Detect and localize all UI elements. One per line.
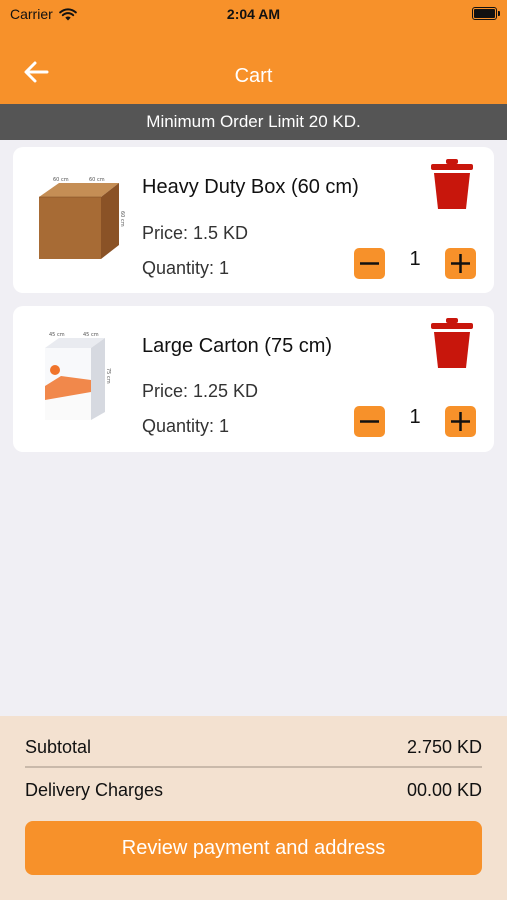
decrease-quantity-button[interactable]	[354, 406, 385, 437]
delivery-charges-value: 00.00 KD	[406, 780, 482, 800]
quantity-value: 1	[409, 248, 421, 270]
quantity-value: 1	[409, 406, 421, 428]
dimension-label: 60 cm	[89, 177, 105, 183]
minus-icon	[360, 420, 379, 423]
divider	[25, 766, 482, 768]
plus-icon	[451, 254, 470, 273]
plus-icon	[451, 412, 470, 431]
review-payment-button[interactable]: Review payment and address	[25, 821, 482, 875]
dimension-label: 60 cm	[53, 177, 69, 183]
order-summary: Subtotal 2.750 KD Delivery Charges 00.00…	[0, 716, 507, 900]
dimension-label: 60 cm	[119, 211, 125, 227]
status-bar: Carrier 2:04 AM	[0, 0, 507, 30]
minimum-order-banner: Minimum Order Limit 20 KD.	[0, 104, 507, 140]
battery-icon	[472, 7, 500, 20]
subtotal-value: 2.750 KD	[406, 737, 482, 757]
cart-item: 60 cm 60 cm 60 cm Heavy Duty Box (60 cm)…	[13, 147, 494, 293]
trash-icon[interactable]	[429, 317, 475, 369]
dimension-label: 75 cm	[105, 368, 111, 384]
minus-icon	[360, 262, 379, 265]
brown-box-image: 60 cm 60 cm 60 cm	[39, 177, 125, 259]
item-name: Heavy Duty Box (60 cm)	[142, 176, 359, 198]
increase-quantity-button[interactable]	[445, 406, 476, 437]
status-time: 2:04 AM	[226, 6, 281, 22]
item-price: Price: 1.5 KD	[142, 223, 249, 243]
item-name: Large Carton (75 cm)	[142, 335, 333, 357]
page-title: Cart	[234, 65, 273, 87]
item-price: Price: 1.25 KD	[142, 381, 259, 401]
carton-box-image: 45 cm 45 cm 75 cm	[45, 332, 111, 420]
subtotal-label: Subtotal	[25, 737, 92, 757]
dimension-label: 45 cm	[49, 332, 65, 338]
decrease-quantity-button[interactable]	[354, 248, 385, 279]
delivery-charges-label: Delivery Charges	[25, 780, 164, 800]
cart-item: 45 cm 45 cm 75 cm Large Carton (75 cm) P…	[13, 306, 494, 452]
trash-icon[interactable]	[429, 158, 475, 210]
navigation-bar: Cart	[0, 30, 507, 104]
dimension-label: 45 cm	[83, 332, 99, 338]
item-quantity: Quantity: 1	[142, 258, 230, 278]
increase-quantity-button[interactable]	[445, 248, 476, 279]
item-quantity: Quantity: 1	[142, 416, 230, 436]
